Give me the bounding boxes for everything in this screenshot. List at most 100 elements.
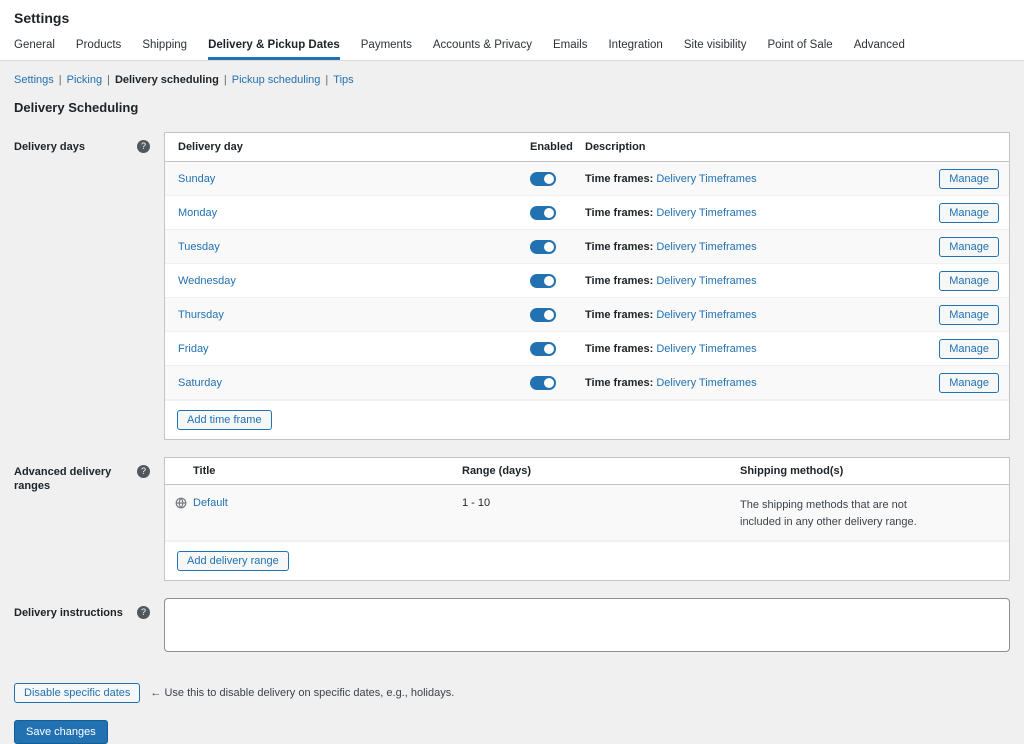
help-icon[interactable] (137, 140, 150, 153)
tab-advanced[interactable]: Advanced (854, 39, 905, 60)
tab-payments[interactable]: Payments (361, 39, 412, 60)
delivery-days-row: Delivery days Delivery day Enabled Descr… (14, 132, 1010, 440)
range-title-link[interactable]: Default (193, 497, 228, 509)
delivery-days-table-header: Delivery day Enabled Description (165, 133, 1009, 162)
advanced-ranges-table-header: Title Range (days) Shipping method(s) (165, 458, 1009, 485)
tab-accounts-privacy[interactable]: Accounts & Privacy (433, 39, 532, 60)
advanced-ranges-label-col: Advanced delivery ranges (14, 457, 150, 581)
day-link-tuesday[interactable]: Tuesday (178, 241, 220, 253)
admin-header: Settings General Products Shipping Deliv… (0, 0, 1024, 61)
section-subnav: Settings | Picking | Delivery scheduling | Pic… (14, 74, 1010, 86)
manage-button[interactable]: Manage (939, 270, 999, 291)
subnav-separator: | (325, 74, 329, 86)
add-time-frame-button[interactable]: Add time frame (177, 410, 272, 430)
col-header-delivery-day: Delivery day (178, 141, 243, 153)
enabled-toggle[interactable] (530, 171, 556, 186)
subnav-settings[interactable]: Settings (14, 74, 54, 86)
disable-specific-dates-button[interactable]: Disable specific dates (14, 683, 141, 704)
col-header-description: Description (585, 141, 646, 153)
delivery-days-label-col: Delivery days (14, 132, 150, 440)
tab-shipping[interactable]: Shipping (142, 39, 187, 60)
table-row: Wednesday Time frames: Delivery Timefram… (165, 264, 1009, 298)
enabled-toggle[interactable] (530, 375, 556, 390)
enabled-toggle[interactable] (530, 205, 556, 220)
table-row: Thursday Time frames: Delivery Timeframe… (165, 298, 1009, 332)
add-delivery-range-button[interactable]: Add delivery range (177, 551, 289, 572)
timeframes-link[interactable]: Delivery Timeframes (656, 275, 756, 287)
subnav-separator: | (107, 74, 110, 86)
col-header-range: Range (days) (462, 465, 532, 477)
timeframes-prefix: Time frames: (585, 240, 654, 253)
delivery-instructions-row: Delivery instructions (14, 598, 1010, 657)
enabled-toggle[interactable] (530, 273, 556, 288)
timeframes-link[interactable]: Delivery Timeframes (656, 207, 756, 219)
manage-button[interactable]: Manage (939, 202, 999, 223)
delivery-instructions-textarea[interactable] (164, 598, 1010, 653)
enabled-toggle[interactable] (530, 239, 556, 254)
manage-button[interactable]: Manage (939, 372, 999, 393)
enabled-toggle[interactable] (530, 341, 556, 356)
enabled-toggle[interactable] (530, 307, 556, 322)
day-link-monday[interactable]: Monday (178, 207, 217, 219)
tab-delivery-pickup-dates[interactable]: Delivery & Pickup Dates (208, 39, 340, 60)
manage-button[interactable]: Manage (939, 338, 999, 359)
advanced-ranges-label: Advanced delivery ranges (14, 466, 112, 493)
save-changes-button[interactable]: Save changes (14, 720, 108, 744)
manage-button[interactable]: Manage (939, 168, 999, 189)
timeframes-link[interactable]: Delivery Timeframes (656, 343, 756, 355)
table-row: Tuesday Time frames: Delivery Timeframes… (165, 230, 1009, 264)
advanced-ranges-row: Advanced delivery ranges Title Range (da… (14, 457, 1010, 582)
range-days-value: 1 - 10 (462, 497, 491, 509)
day-link-wednesday[interactable]: Wednesday (178, 275, 236, 287)
day-link-friday[interactable]: Friday (178, 343, 209, 355)
table-row: Default 1 - 10 The shipping methods that… (165, 485, 1009, 542)
timeframes-link[interactable]: Delivery Timeframes (656, 377, 756, 389)
day-link-thursday[interactable]: Thursday (178, 309, 224, 321)
col-header-shipping: Shipping method(s) (740, 465, 844, 477)
subnav-separator: | (223, 74, 227, 86)
timeframes-link[interactable]: Delivery Timeframes (656, 241, 756, 253)
tab-point-of-sale[interactable]: Point of Sale (767, 39, 832, 60)
tab-site-visibility[interactable]: Site visibility (684, 39, 747, 60)
advanced-ranges-table-footer: Add delivery range (165, 541, 1009, 580)
disable-note: ← Use this to disable delivery on specif… (150, 687, 455, 700)
delivery-days-content: Delivery day Enabled Description Sunday … (164, 132, 1010, 440)
tab-integration[interactable]: Integration (608, 39, 662, 60)
settings-tab-bar: General Products Shipping Delivery & Pic… (14, 39, 1010, 60)
table-row: Sunday Time frames: Delivery Timeframes … (165, 162, 1009, 196)
sort-handle-icon[interactable] (165, 494, 193, 509)
timeframes-link[interactable]: Delivery Timeframes (656, 309, 756, 321)
day-link-sunday[interactable]: Sunday (178, 173, 215, 185)
delivery-instructions-content (164, 598, 1010, 657)
timeframes-prefix: Time frames: (585, 274, 654, 287)
delivery-days-table: Delivery day Enabled Description Sunday … (164, 132, 1010, 440)
table-row: Monday Time frames: Delivery Timeframes … (165, 196, 1009, 230)
help-icon[interactable] (137, 606, 150, 620)
manage-button[interactable]: Manage (939, 236, 999, 257)
timeframes-prefix: Time frames: (585, 342, 654, 355)
manage-button[interactable]: Manage (939, 304, 999, 325)
delivery-instructions-label: Delivery instructions (14, 607, 123, 620)
advanced-ranges-table: Title Range (days) Shipping method(s) De… (164, 457, 1010, 582)
subnav-pickup-scheduling[interactable]: Pickup scheduling (232, 74, 321, 86)
tab-general[interactable]: General (14, 39, 55, 60)
help-icon[interactable] (137, 465, 150, 478)
delivery-days-table-footer: Add time frame (165, 400, 1009, 439)
col-header-enabled: Enabled (530, 141, 573, 153)
timeframes-prefix: Time frames: (585, 308, 654, 321)
timeframes-prefix: Time frames: (585, 376, 654, 389)
page-title: Settings (14, 10, 70, 26)
disable-dates-row: Disable specific dates ← Use this to dis… (14, 683, 1010, 704)
subnav-delivery-scheduling: Delivery scheduling (114, 74, 219, 86)
timeframes-prefix: Time frames: (585, 206, 654, 219)
table-row: Saturday Time frames: Delivery Timeframe… (165, 366, 1009, 400)
table-row: Friday Time frames: Delivery Timeframes … (165, 332, 1009, 366)
tab-products[interactable]: Products (76, 39, 121, 60)
day-link-saturday[interactable]: Saturday (178, 377, 222, 389)
subnav-separator: | (58, 74, 62, 86)
advanced-ranges-content: Title Range (days) Shipping method(s) De… (164, 457, 1010, 582)
subnav-picking[interactable]: Picking (67, 74, 102, 86)
subnav-tips[interactable]: Tips (333, 74, 353, 86)
tab-emails[interactable]: Emails (553, 39, 588, 60)
timeframes-link[interactable]: Delivery Timeframes (656, 173, 756, 185)
